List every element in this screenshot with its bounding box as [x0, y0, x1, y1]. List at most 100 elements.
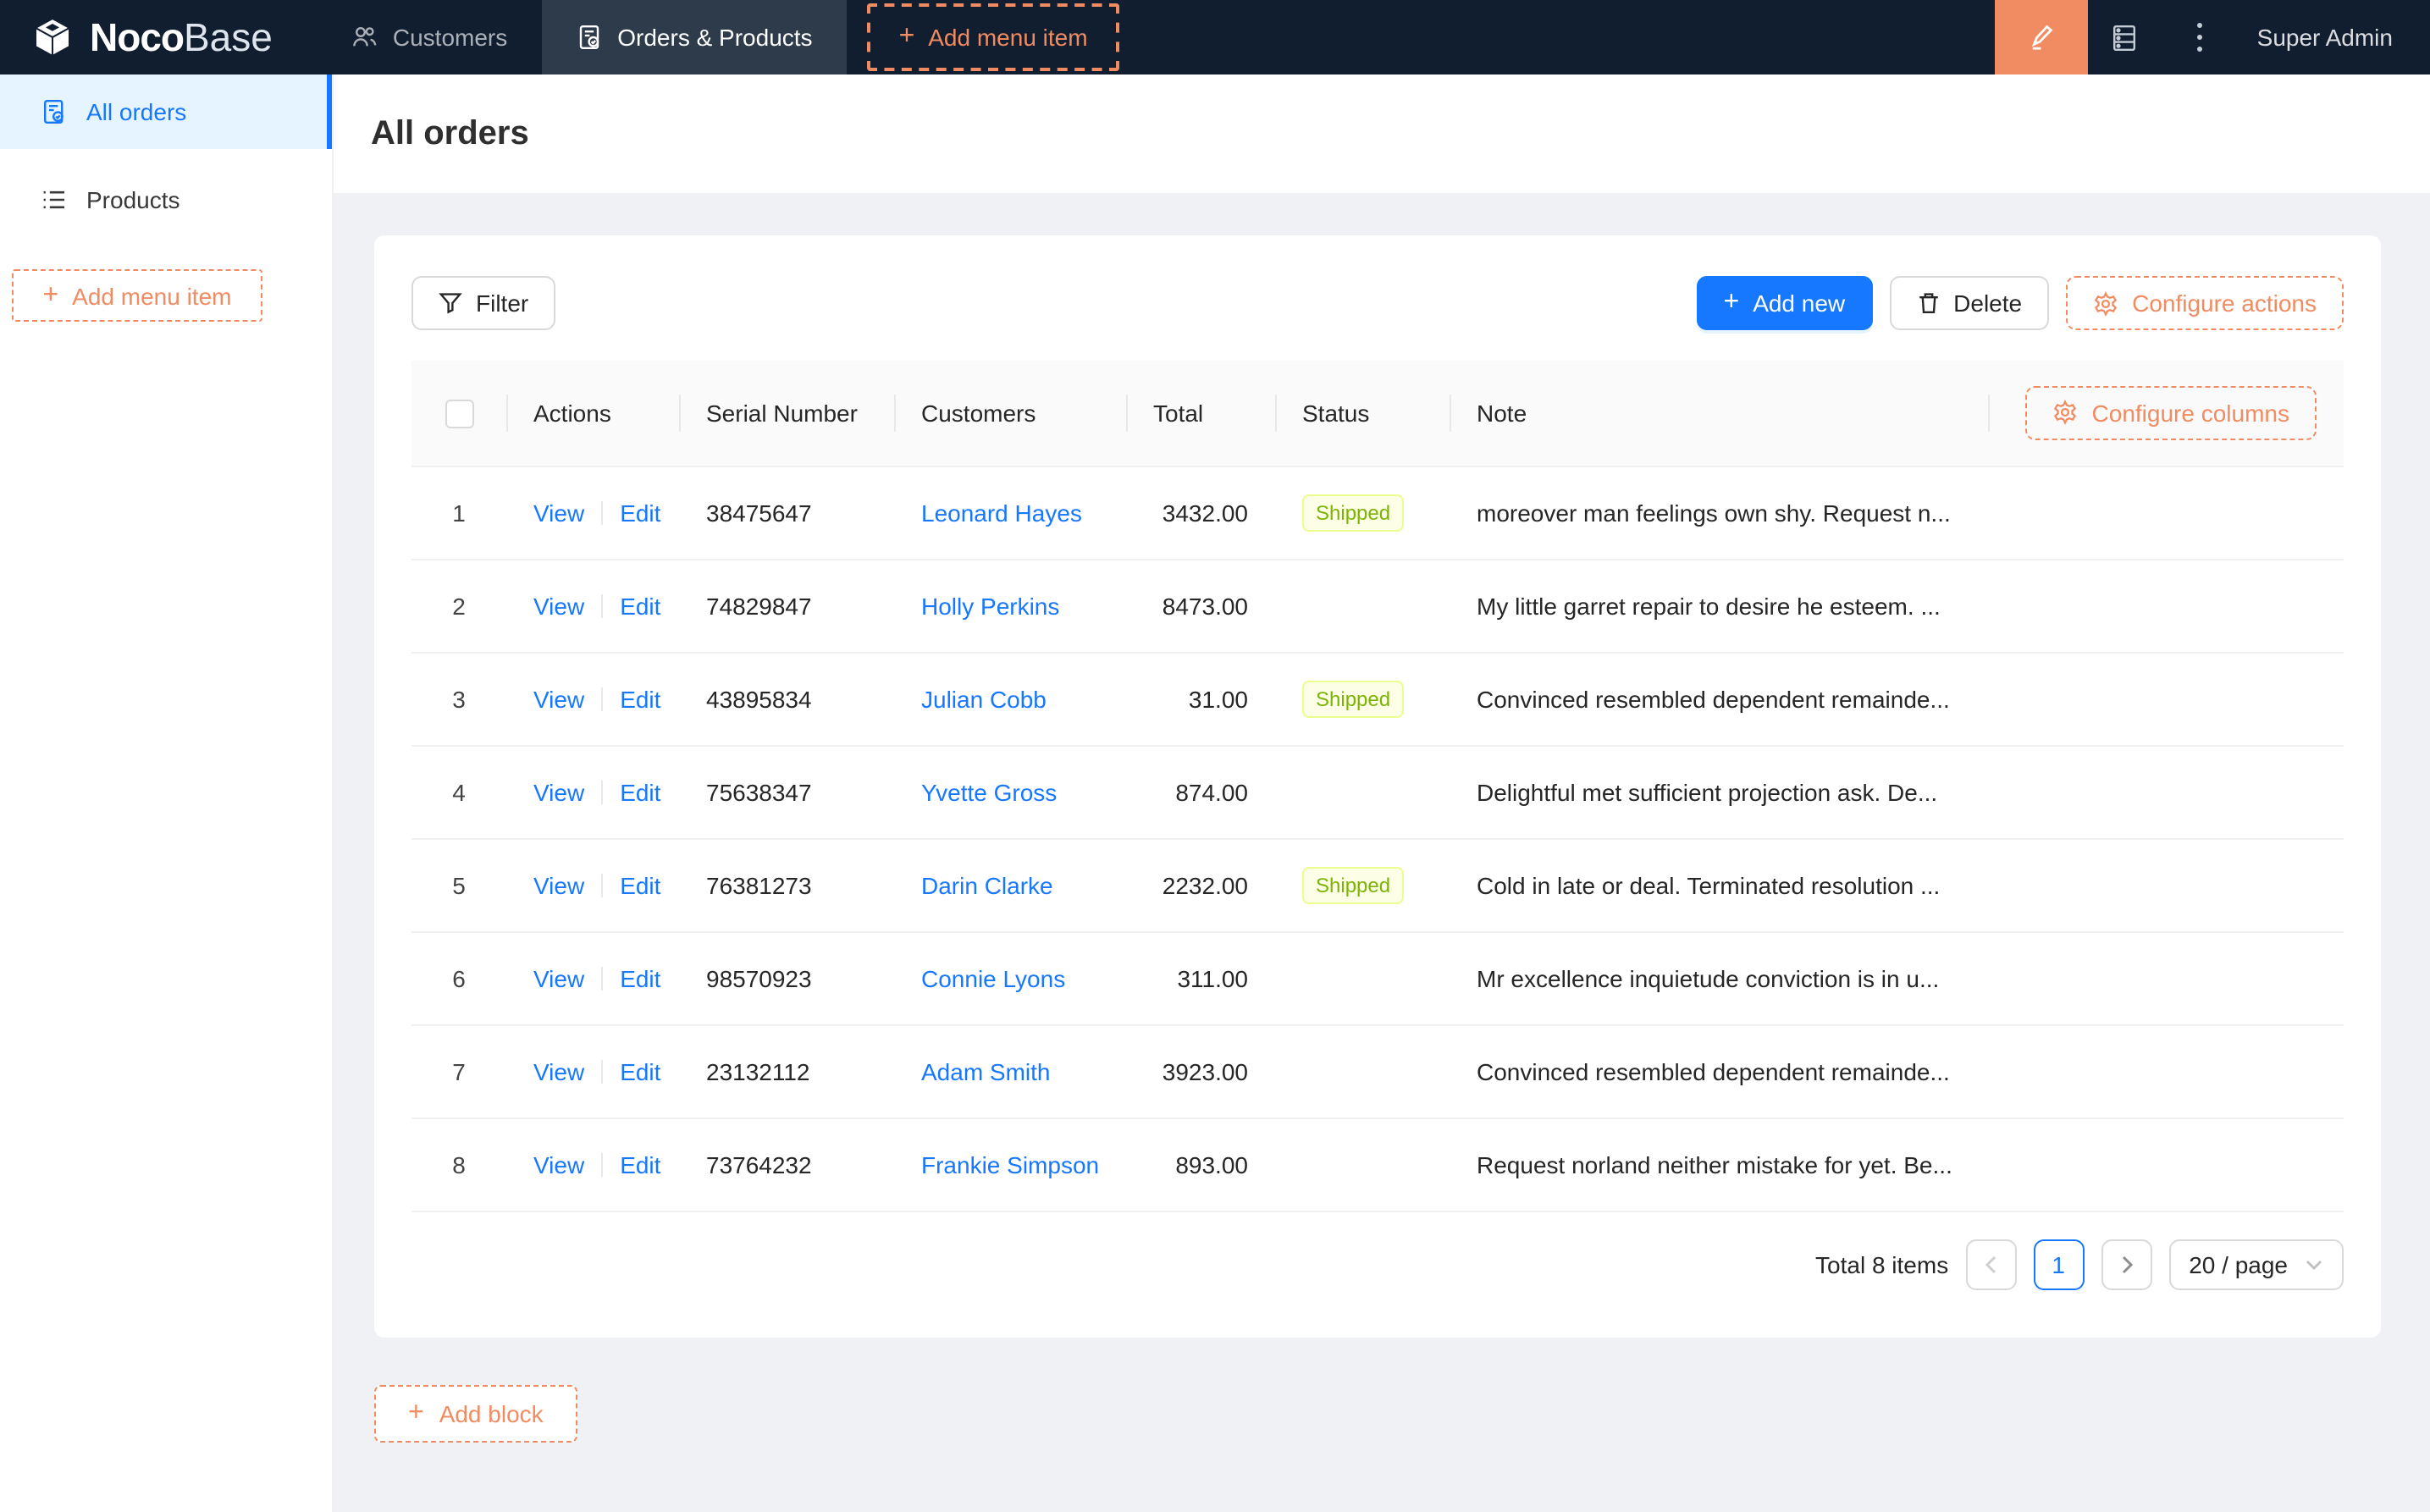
customer-link[interactable]: Yvette Gross: [921, 778, 1057, 805]
row-index: 5: [411, 838, 506, 932]
table-row: 2 View Edit 74829847 Holly Perkins 8473.0…: [411, 559, 2344, 653]
page-number-button[interactable]: 1: [2033, 1239, 2085, 1289]
customer-link[interactable]: Darin Clarke: [921, 871, 1053, 898]
ui-editor-button[interactable]: [1994, 0, 2088, 74]
database-button[interactable]: [2088, 0, 2162, 74]
add-block-button[interactable]: + Add block: [374, 1384, 577, 1442]
row-index: 8: [411, 1117, 506, 1211]
total-cell: 8473.00: [1126, 559, 1275, 653]
view-link[interactable]: View: [533, 1151, 584, 1178]
cube-logo-icon: [30, 15, 75, 59]
column-header-serial-number[interactable]: Serial Number: [679, 361, 894, 466]
note-cell: moreover man feelings own shy. Request n…: [1450, 466, 1988, 560]
customer-link[interactable]: Holly Perkins: [921, 592, 1059, 619]
row-actions: View Edit: [506, 466, 679, 560]
nav-tab-customers[interactable]: Customers: [317, 0, 541, 74]
delete-button[interactable]: Delete: [1889, 276, 2050, 330]
view-link[interactable]: View: [533, 778, 584, 805]
customer-link[interactable]: Connie Lyons: [921, 964, 1065, 991]
serial-number-cell: 76381273: [679, 838, 894, 932]
total-cell: 2232.00: [1126, 838, 1275, 932]
row-actions: View Edit: [506, 1024, 679, 1118]
status-tag: Shipped: [1302, 680, 1405, 717]
filter-button[interactable]: Filter: [411, 276, 556, 330]
table-row: 4 View Edit 75638347 Yvette Gross 874.00 …: [411, 745, 2344, 839]
sidebar-item-label: Products: [86, 186, 180, 213]
customer-link[interactable]: Frankie Simpson: [921, 1151, 1099, 1178]
select-all-checkbox[interactable]: [445, 399, 473, 428]
nav-tab-label: Customers: [392, 24, 508, 51]
view-link[interactable]: View: [533, 592, 584, 619]
row-index: 1: [411, 466, 506, 560]
row-index: 2: [411, 559, 506, 653]
row-actions: View Edit: [506, 1117, 679, 1211]
table-row: 6 View Edit 98570923 Connie Lyons 311.00 …: [411, 931, 2344, 1025]
team-icon: [351, 24, 378, 51]
note-cell: My little garret repair to desire he est…: [1450, 559, 1988, 653]
next-page-button[interactable]: [2101, 1239, 2152, 1289]
sidebar-item-products[interactable]: Products: [0, 163, 332, 237]
edit-link[interactable]: Edit: [620, 1057, 660, 1084]
divider: [601, 780, 604, 803]
column-header-actions[interactable]: Actions: [506, 361, 679, 466]
topbar-add-menu-item-button[interactable]: + Add menu item: [866, 3, 1120, 71]
gear-icon: [2053, 400, 2079, 426]
status-cell: [1275, 559, 1450, 653]
configure-actions-button[interactable]: Configure actions: [2066, 276, 2344, 330]
total-cell: 874.00: [1126, 745, 1275, 839]
sidebar-add-menu-item-button[interactable]: + Add menu item: [12, 269, 262, 322]
column-header-note[interactable]: Note: [1450, 361, 1988, 466]
view-link[interactable]: View: [533, 964, 584, 991]
total-cell: 311.00: [1126, 931, 1275, 1025]
view-link[interactable]: View: [533, 871, 584, 898]
orders-table: Actions Serial Number Customers Total St…: [411, 361, 2344, 1211]
edit-link[interactable]: Edit: [620, 592, 660, 619]
previous-page-button[interactable]: [1965, 1239, 2017, 1289]
view-link[interactable]: View: [533, 685, 584, 712]
user-menu[interactable]: Super Admin: [2237, 0, 2430, 74]
page-size-select[interactable]: 20 / page: [2168, 1239, 2344, 1289]
edit-link[interactable]: Edit: [620, 685, 660, 712]
edit-link[interactable]: Edit: [620, 871, 660, 898]
edit-link[interactable]: Edit: [620, 1151, 660, 1178]
note-cell: Delightful met sufficient projection ask…: [1450, 745, 1988, 839]
total-cell: 3923.00: [1126, 1024, 1275, 1118]
edit-link[interactable]: Edit: [620, 964, 660, 991]
nav-tab-label: Orders & Products: [617, 24, 813, 51]
customer-link[interactable]: Julian Cobb: [921, 685, 1047, 712]
column-header-total[interactable]: Total: [1126, 361, 1275, 466]
customer-link[interactable]: Leonard Hayes: [921, 499, 1082, 526]
nav-tab-orders-products[interactable]: Orders & Products: [541, 0, 847, 74]
edit-link[interactable]: Edit: [620, 778, 660, 805]
total-cell: 3432.00: [1126, 466, 1275, 560]
serial-number-cell: 43895834: [679, 652, 894, 746]
view-link[interactable]: View: [533, 499, 584, 526]
more-menu-button[interactable]: [2162, 0, 2237, 74]
configure-columns-button[interactable]: Configure columns: [2025, 385, 2317, 440]
chevron-down-icon: [2305, 1257, 2323, 1271]
serial-number-cell: 74829847: [679, 559, 894, 653]
nocobase-logo[interactable]: NocoBase: [0, 0, 317, 74]
row-index: 4: [411, 745, 506, 839]
column-header-status[interactable]: Status: [1275, 361, 1450, 466]
note-cell: Convinced resembled dependent remainde..…: [1450, 1024, 1988, 1118]
note-cell: Cold in late or deal. Terminated resolut…: [1450, 838, 1988, 932]
serial-number-cell: 75638347: [679, 745, 894, 839]
sidebar-item-all-orders[interactable]: All orders: [0, 74, 332, 149]
note-cell: Mr excellence inquietude conviction is i…: [1450, 931, 1988, 1025]
plus-icon: +: [408, 1398, 424, 1426]
divider: [601, 500, 604, 524]
table-row: 5 View Edit 76381273 Darin Clarke 2232.00…: [411, 838, 2344, 932]
divider: [601, 593, 604, 617]
customer-link[interactable]: Adam Smith: [921, 1057, 1051, 1084]
column-header-customers[interactable]: Customers: [894, 361, 1126, 466]
status-cell: [1275, 1117, 1450, 1211]
add-new-button[interactable]: + Add new: [1696, 276, 1873, 330]
chevron-left-icon: [1982, 1254, 1999, 1274]
divider: [601, 873, 604, 897]
edit-link[interactable]: Edit: [620, 499, 660, 526]
filter-icon: [439, 291, 462, 315]
row-actions: View Edit: [506, 652, 679, 746]
logo-text-base: Base: [184, 14, 273, 58]
view-link[interactable]: View: [533, 1057, 584, 1084]
